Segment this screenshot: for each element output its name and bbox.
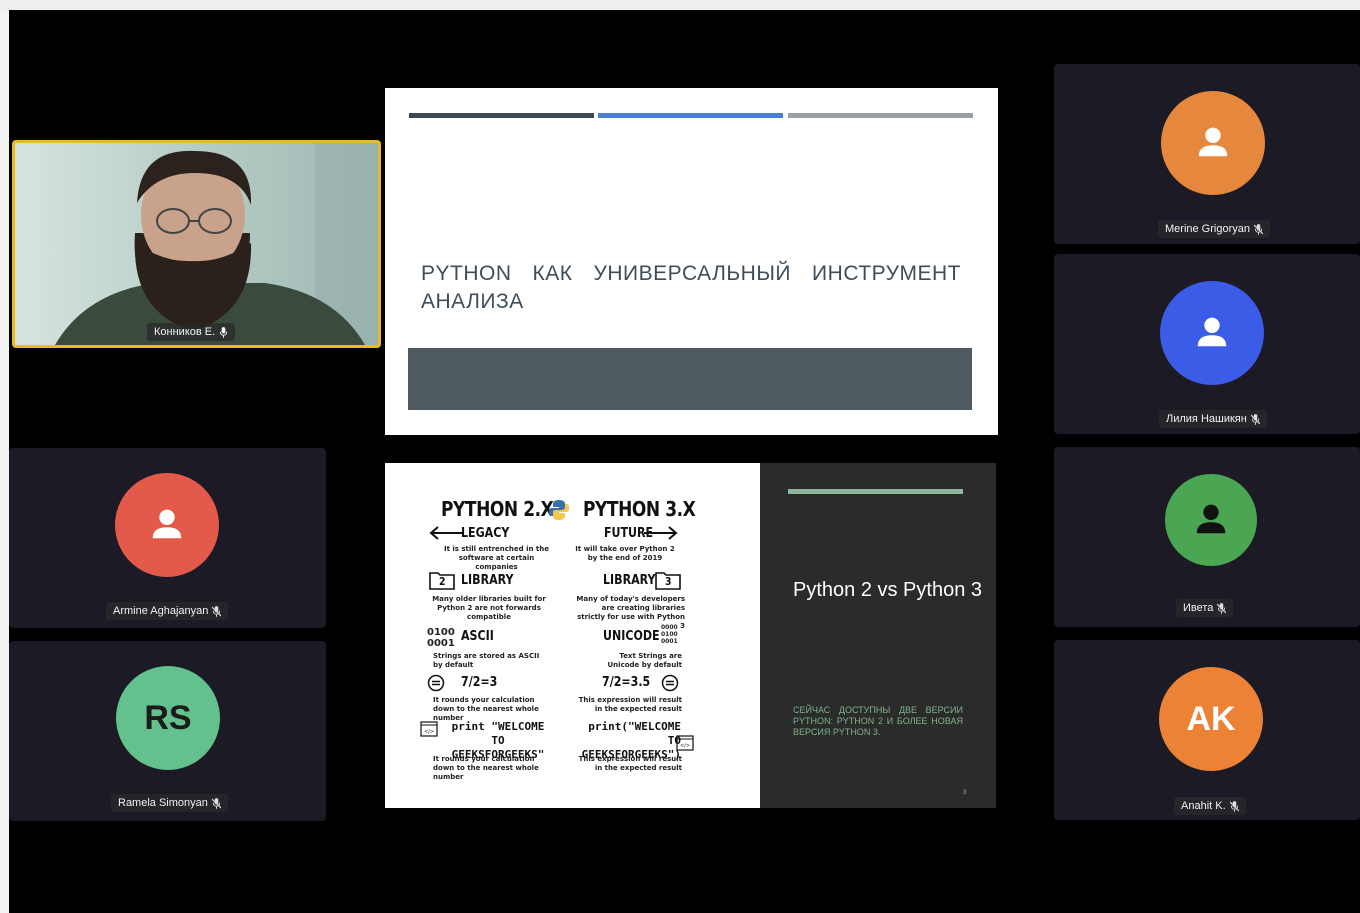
division-left-description: It rounds your calculation down to the n…: [433, 696, 539, 722]
avatar: [1165, 474, 1257, 566]
avatar-initials: AK: [1186, 699, 1236, 738]
avatar: [1161, 91, 1265, 195]
svg-text:</>: </>: [424, 729, 434, 735]
avatar-initials: RS: [144, 698, 192, 737]
participant-name: Anahit K.: [1181, 800, 1226, 812]
svg-text:</>: </>: [680, 743, 690, 749]
slide-page-number: 3: [963, 790, 967, 796]
shared-slide-comparison[interactable]: PYTHON 2.X PYTHON 3.X LEGACY FUTURE It i…: [385, 463, 996, 808]
participant-name-tag: Ивета: [1176, 599, 1234, 617]
slide-title: Python 2 vs Python 3: [793, 579, 983, 601]
library-right-number: 3: [665, 575, 672, 588]
user-icon: [1197, 317, 1227, 347]
print-left-description: It rounds your calculation down to the n…: [433, 755, 539, 781]
binary-right: 0000 0100 0001: [661, 624, 678, 645]
slide-title: Python как универсальный инструмент анал…: [421, 262, 961, 313]
slide-accent-line: [788, 489, 963, 494]
participant-tile-ramela[interactable]: RS Ramela Simonyan: [9, 641, 326, 821]
unicode-description: Text Strings are Unicode by default: [607, 652, 683, 669]
participant-tile-armine[interactable]: Armine Aghajanyan: [9, 448, 326, 628]
python-versions-infographic: PYTHON 2.X PYTHON 3.X LEGACY FUTURE It i…: [385, 463, 760, 808]
window-top-strip: [0, 0, 1360, 10]
slide-subtitle: Сейчас доступны две версии Python: Pytho…: [793, 705, 963, 737]
participant-name: Лилия Нашикян: [1166, 413, 1247, 425]
participant-name: Ивета: [1183, 602, 1214, 614]
legacy-description: It is still entrenched in the software a…: [443, 545, 550, 571]
arrow-left-icon: [429, 526, 463, 540]
python3-header: PYTHON 3.X: [583, 497, 696, 521]
python-logo-icon: [549, 500, 569, 520]
slide-dark-panel: Python 2 vs Python 3 Сейчас доступны две…: [760, 463, 996, 808]
avatar: AK: [1159, 667, 1263, 771]
participant-name-tag: Armine Aghajanyan: [106, 602, 229, 620]
ascii-label: ASCII: [461, 629, 494, 644]
library-left-description: Many older libraries built for Python 2 …: [432, 595, 546, 621]
slide-accent-bar-3: [788, 113, 973, 118]
binary-left: 0100 0001: [427, 627, 455, 649]
legacy-label: LEGACY: [461, 526, 510, 541]
participant-tile-merine[interactable]: Merine Grigoryan: [1054, 64, 1360, 244]
avatar: [115, 473, 219, 577]
code-window-icon: </>: [420, 721, 438, 737]
slide-accent-bar-1: [409, 113, 594, 118]
ascii-description: Strings are stored as ASCII by default: [433, 652, 540, 669]
speaker-name: Конников Е.: [154, 326, 216, 338]
participant-tile-liliya[interactable]: Лилия Нашикян: [1054, 254, 1360, 434]
library-right-label: LIBRARY: [603, 573, 656, 588]
arrow-right-icon: [644, 526, 678, 540]
user-icon: [152, 509, 182, 539]
division-right-description: This expression will result in the expec…: [578, 696, 682, 713]
window-left-strip: [0, 10, 9, 913]
user-icon: [1196, 504, 1226, 534]
microphone-muted-icon: [1229, 800, 1239, 812]
unicode-label: UNICODE: [603, 629, 660, 644]
division-right: 7/2=3.5: [602, 675, 651, 690]
participant-name-tag: Anahit K.: [1174, 797, 1246, 815]
microphone-muted-icon: [212, 605, 222, 617]
avatar: RS: [116, 666, 220, 770]
division-left: 7/2=3: [461, 675, 498, 690]
speaker-video-frame: [15, 143, 378, 345]
microphone-muted-icon: [1250, 413, 1260, 425]
equals-circle-icon: [661, 674, 679, 692]
code-window-icon: </>: [676, 735, 694, 751]
avatar: [1160, 281, 1264, 385]
shared-slide-title[interactable]: Python как универсальный инструмент анал…: [385, 88, 998, 435]
microphone-muted-icon: [1253, 223, 1263, 235]
slide-accent-bar-2: [598, 113, 783, 118]
microphone-muted-icon: [1217, 602, 1227, 614]
participant-tile-iveta[interactable]: Ивета: [1054, 447, 1360, 627]
user-icon: [1198, 127, 1228, 157]
participant-name: Ramela Simonyan: [118, 797, 208, 809]
library-left-number: 2: [439, 575, 446, 588]
participant-name-tag: Merine Grigoryan: [1158, 220, 1270, 238]
participant-tile-anahit[interactable]: AK Anahit K.: [1054, 640, 1360, 820]
microphone-muted-icon: [211, 797, 221, 809]
equals-circle-icon: [427, 674, 445, 692]
future-description: It will take over Python 2 by the end of…: [575, 545, 675, 562]
library-left-label: LIBRARY: [461, 573, 514, 588]
participant-name-tag: Лилия Нашикян: [1159, 410, 1267, 428]
participant-name-tag: Ramela Simonyan: [111, 794, 228, 812]
speaker-video-tile[interactable]: Конников Е.: [12, 140, 381, 348]
print-right-description: This expression will result in the expec…: [578, 755, 682, 772]
participant-name: Armine Aghajanyan: [113, 605, 209, 617]
python2-header: PYTHON 2.X: [441, 497, 554, 521]
slide-footer-band: [408, 348, 972, 410]
speaker-name-tag: Конников Е.: [147, 323, 236, 341]
microphone-icon: [220, 326, 228, 338]
participant-name: Merine Grigoryan: [1165, 223, 1250, 235]
